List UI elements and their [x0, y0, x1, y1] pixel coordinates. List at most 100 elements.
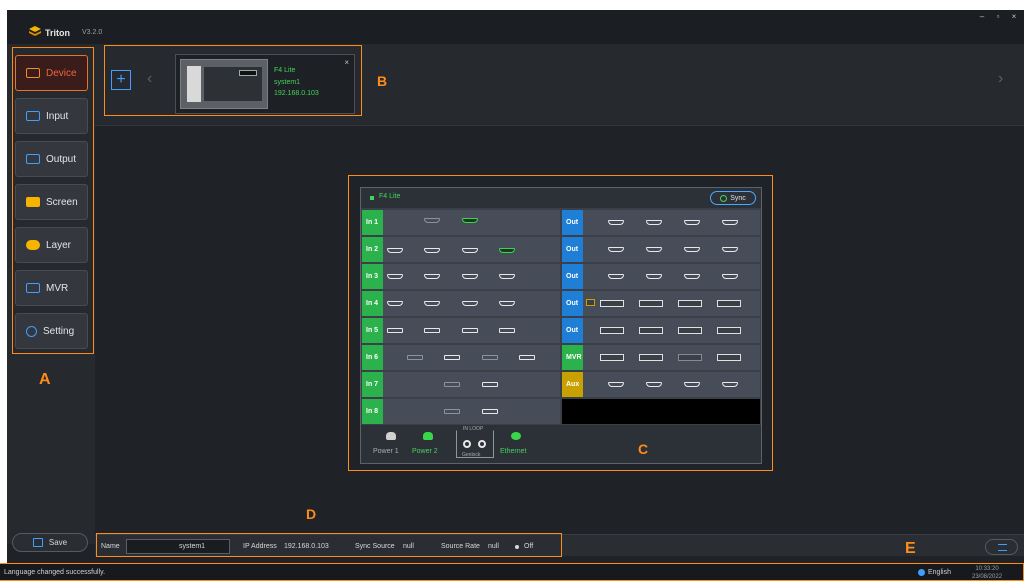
dvi-port-icon: [717, 327, 741, 334]
name-label: Name: [101, 543, 120, 550]
output-row-aux[interactable]: Aux: [562, 372, 760, 397]
dp-port-icon: [444, 382, 460, 387]
sliders-icon: [998, 544, 1007, 551]
hdmi-port-icon: [462, 218, 478, 223]
input-label: In 5: [362, 318, 383, 343]
hdmi-port-icon: [387, 301, 403, 306]
hdmi-port-icon: [424, 248, 440, 253]
chevron-right-icon[interactable]: ›: [998, 70, 1003, 88]
hdmi-port-icon: [722, 220, 738, 225]
annotation-label-a: A: [39, 371, 51, 388]
source-rate-label: Source Rate: [441, 543, 480, 550]
input-row-8[interactable]: In 8: [362, 399, 560, 424]
status-dot: [370, 196, 374, 200]
hdmi-port-icon: [646, 220, 662, 225]
output-row-4[interactable]: Out 4: [562, 291, 760, 332]
adjust-settings-button[interactable]: [985, 539, 1018, 555]
hdmi-port-icon: [684, 220, 700, 225]
power-2-label: Power 2: [412, 448, 438, 455]
clock-date: 23/08/2022: [972, 574, 1003, 580]
triton-logo-icon: [29, 26, 41, 36]
maximize-button[interactable]: ▫: [994, 12, 1002, 21]
in-loop-label: IN LOOP: [463, 426, 484, 432]
input-label: In 3: [362, 264, 383, 289]
output-row-3[interactable]: Out 3: [562, 264, 760, 305]
input-label: In 7: [362, 372, 383, 397]
off-label: Off: [524, 543, 534, 550]
sync-icon: [720, 194, 728, 202]
annotation-label-c: C: [638, 441, 649, 457]
dvi-port-icon: [600, 354, 624, 361]
power-1-label: Power 1: [373, 448, 399, 455]
dvi-port-icon: [678, 327, 702, 334]
annotation-label-b: B: [377, 73, 388, 89]
app-name: Triton: [45, 28, 70, 38]
dp-port-icon: [519, 355, 535, 360]
dp-port-icon: [444, 409, 460, 414]
input-label: In 1: [362, 210, 383, 235]
panel-title: F4 Lite: [379, 193, 401, 200]
output-label: MVR: [562, 345, 583, 370]
hdmi-port-icon: [722, 247, 738, 252]
dvi-port-icon: [717, 300, 741, 307]
sync-button[interactable]: Sync: [710, 191, 756, 205]
source-rate-value: null: [488, 543, 499, 550]
output-label: Out 3: [562, 264, 583, 305]
hdmi-port-icon: [722, 274, 738, 279]
input-label: In 2: [362, 237, 383, 262]
top-strip: [0, 0, 1024, 10]
input-label: In 8: [362, 399, 383, 424]
panel-footer: Power 1 Power 2 IN LOOP Genlock Ethernet: [361, 425, 761, 463]
hdmi-port-icon: [684, 274, 700, 279]
sync-source-label: Sync Source: [355, 543, 395, 550]
app-version: V3.2.0: [82, 29, 103, 36]
sync-label: Sync: [730, 194, 746, 202]
hdmi-port-icon: [684, 382, 700, 387]
panel-header: F4 Lite Sync: [361, 188, 761, 208]
save-button[interactable]: Save: [12, 533, 88, 552]
device-panel: F4 Lite Sync In 1 In 2 In 3 In 4 In 5 In…: [360, 187, 762, 464]
input-row-1[interactable]: In 1: [362, 210, 560, 235]
genlock-label: Genlock: [462, 452, 481, 458]
output-row-mvr[interactable]: MVR: [562, 345, 760, 370]
off-indicator-icon: [515, 545, 519, 549]
dvi-port-icon: [639, 354, 663, 361]
title-bar: Triton V3.2.0 – ▫ ×: [7, 10, 1024, 44]
input-row-7[interactable]: In 7: [362, 372, 560, 397]
output-row-5[interactable]: Out 5: [562, 318, 760, 359]
input-label: In 6: [362, 345, 383, 370]
window-controls: – ▫ ×: [978, 12, 1018, 21]
hdmi-port-icon: [424, 301, 440, 306]
output-row-2[interactable]: Out 2: [562, 237, 760, 278]
dp-port-icon: [462, 328, 478, 333]
input-row-2[interactable]: In 2: [362, 237, 560, 262]
dvi-port-icon: [639, 300, 663, 307]
input-row-3[interactable]: In 3: [362, 264, 560, 289]
minimize-button[interactable]: –: [978, 12, 986, 21]
input-row-4[interactable]: In 4: [362, 291, 560, 316]
hdmi-port-icon: [499, 248, 515, 253]
input-label: In 4: [362, 291, 383, 316]
power-2-icon: [423, 432, 433, 440]
dvi-port-icon: [678, 354, 702, 361]
annotation-box-e: [0, 563, 1024, 581]
input-row-6[interactable]: In 6: [362, 345, 560, 370]
dvi-port-icon: [639, 327, 663, 334]
annotation-label-e: E: [905, 540, 916, 557]
language-selector[interactable]: English: [928, 569, 951, 576]
hdmi-port-icon: [646, 382, 662, 387]
clock: 10:33:20 23/08/2022: [972, 565, 1002, 581]
dvi-port-icon: [600, 300, 624, 307]
name-field[interactable]: system1: [126, 539, 230, 554]
output-label: Aux: [562, 372, 583, 397]
input-row-5[interactable]: In 5: [362, 318, 560, 343]
empty-slot: [562, 399, 760, 424]
genlock-loop-icon: [478, 440, 486, 448]
status-message: Language changed successfully.: [4, 569, 106, 576]
hdmi-port-icon: [608, 247, 624, 252]
output-label: Out 2: [562, 237, 583, 278]
output-row-1[interactable]: Out 1: [562, 210, 760, 251]
close-window-button[interactable]: ×: [1010, 12, 1018, 21]
hdmi-port-icon: [646, 274, 662, 279]
clock-time: 10:33:20: [975, 566, 999, 572]
